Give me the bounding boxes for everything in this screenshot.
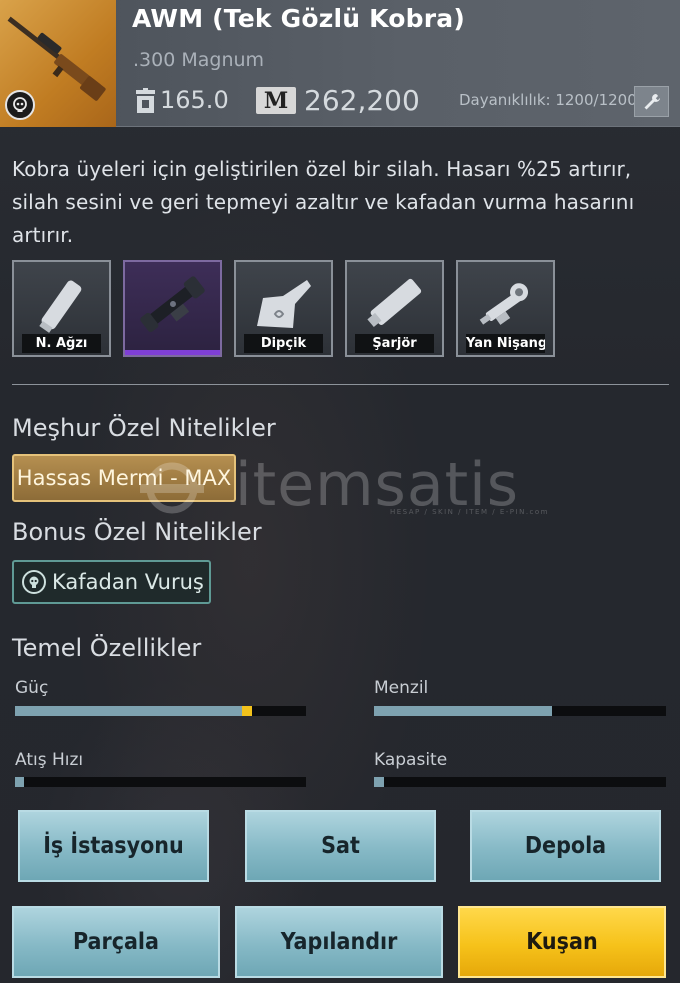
stat-bar-capacity: [374, 777, 666, 787]
attachment-slot-magazine[interactable]: Şarjör: [345, 260, 444, 357]
headshot-icon: [22, 570, 46, 594]
configure-button[interactable]: Yapılandır: [235, 906, 443, 978]
magazine-icon: [366, 278, 421, 327]
stock-icon: [256, 280, 311, 328]
durability-text: Dayanıklılık: 1200/1200: [459, 91, 637, 109]
dismantle-button[interactable]: Parçala: [12, 906, 220, 978]
wrench-icon: [644, 93, 660, 109]
watermark-brand: itemsatis: [235, 450, 520, 520]
stat-fill: [374, 706, 553, 716]
section-divider: [12, 384, 669, 385]
attachment-label: Yan Nişangâh: [466, 334, 545, 353]
stat-label-power: Güç: [15, 678, 49, 698]
price-value: 262,200: [304, 84, 420, 117]
store-button[interactable]: Depola: [470, 810, 661, 882]
bonus-trait-chip[interactable]: Kafadan Vuruş: [12, 560, 211, 604]
famous-traits-title: Meşhur Özel Nitelikler: [12, 414, 276, 442]
stat-label-capacity: Kapasite: [374, 750, 448, 770]
attachment-label: Dipçik: [244, 334, 323, 353]
attachment-label: N. Ağzı: [22, 334, 101, 353]
scope-icon: [139, 276, 205, 333]
weight-value: 165.0: [160, 86, 229, 114]
repair-button[interactable]: [634, 86, 669, 117]
stat-bar-range: [374, 706, 666, 716]
attachment-label: Şarjör: [355, 334, 434, 353]
attachment-slot-muzzle[interactable]: N. Ağzı: [12, 260, 111, 357]
muzzle-icon: [38, 280, 81, 333]
weapon-description: Kobra üyeleri için geliştirilen özel bir…: [12, 157, 635, 247]
weight-icon: [136, 88, 155, 113]
equip-button[interactable]: Kuşan: [458, 906, 666, 978]
stat-bonus-fill: [241, 706, 253, 716]
sell-button[interactable]: Sat: [245, 810, 436, 882]
stat-bar-power: [15, 706, 306, 716]
attachment-slot-scope[interactable]: [123, 260, 222, 357]
item-header: AWM (Tek Gözlü Kobra) .300 Magnum 165.0 …: [0, 0, 680, 127]
basic-stats-title: Temel Özellikler: [12, 634, 202, 662]
stat-fill: [374, 777, 385, 787]
skull-badge-icon: [5, 90, 35, 120]
stat-label-range: Menzil: [374, 678, 429, 698]
weapon-thumbnail[interactable]: [0, 0, 116, 127]
famous-trait-chip[interactable]: Hassas Mermi - MAX: [12, 454, 236, 502]
bonus-traits-title: Bonus Özel Nitelikler: [12, 518, 262, 546]
side-sight-icon: [479, 283, 528, 325]
weapon-title: AWM (Tek Gözlü Kobra): [132, 4, 465, 33]
stat-label-fire-rate: Atış Hızı: [15, 750, 84, 770]
attachment-slot-side-sight[interactable]: Yan Nişangâh: [456, 260, 555, 357]
bonus-trait-label: Kafadan Vuruş: [52, 570, 204, 594]
ammo-type: .300 Magnum: [133, 49, 265, 71]
attachment-slots: N. Ağzı Dipçik Şarjör Yan Nişang: [12, 260, 555, 357]
watermark-tagline: HESAP / SKIN / ITEM / E-PIN.com: [390, 508, 549, 516]
stat-fill: [15, 706, 242, 716]
m-currency-icon: M: [256, 87, 296, 114]
stat-fill: [15, 777, 24, 787]
attachment-slot-stock[interactable]: Dipçik: [234, 260, 333, 357]
workstation-button[interactable]: İş İstasyonu: [18, 810, 209, 882]
stat-bar-fire-rate: [15, 777, 306, 787]
